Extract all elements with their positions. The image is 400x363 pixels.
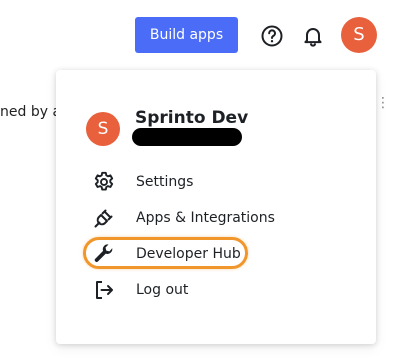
menu-item-label: Settings [136, 174, 194, 190]
menu-item-label: Apps & Integrations [136, 210, 275, 226]
account-dropdown-menu: S Sprinto Dev Settings Apps & Integratio… [56, 70, 376, 344]
menu-item-label: Developer Hub [136, 246, 241, 262]
avatar: S [86, 112, 120, 146]
gear-icon [92, 170, 116, 194]
help-icon[interactable] [260, 24, 284, 48]
wrench-icon [92, 242, 116, 266]
bell-icon[interactable] [301, 24, 325, 48]
plug-icon [92, 206, 116, 230]
user-avatar-button[interactable]: S [341, 17, 377, 53]
vertical-ellipsis-icon[interactable]: ⋮ [376, 96, 390, 110]
background-partial-text: ned by an [0, 104, 60, 120]
user-name: Sprinto Dev [135, 108, 249, 128]
menu-item-apps-integrations[interactable]: Apps & Integrations [86, 200, 346, 236]
menu-item-settings[interactable]: Settings [86, 164, 346, 200]
menu-item-log-out[interactable]: Log out [86, 272, 346, 308]
logout-icon [92, 278, 116, 302]
build-apps-button[interactable]: Build apps [135, 17, 238, 53]
redacted-email [132, 128, 242, 146]
menu-item-label: Log out [136, 282, 189, 298]
menu-item-developer-hub[interactable]: Developer Hub [86, 236, 346, 272]
top-bar: Build apps S [0, 0, 400, 70]
